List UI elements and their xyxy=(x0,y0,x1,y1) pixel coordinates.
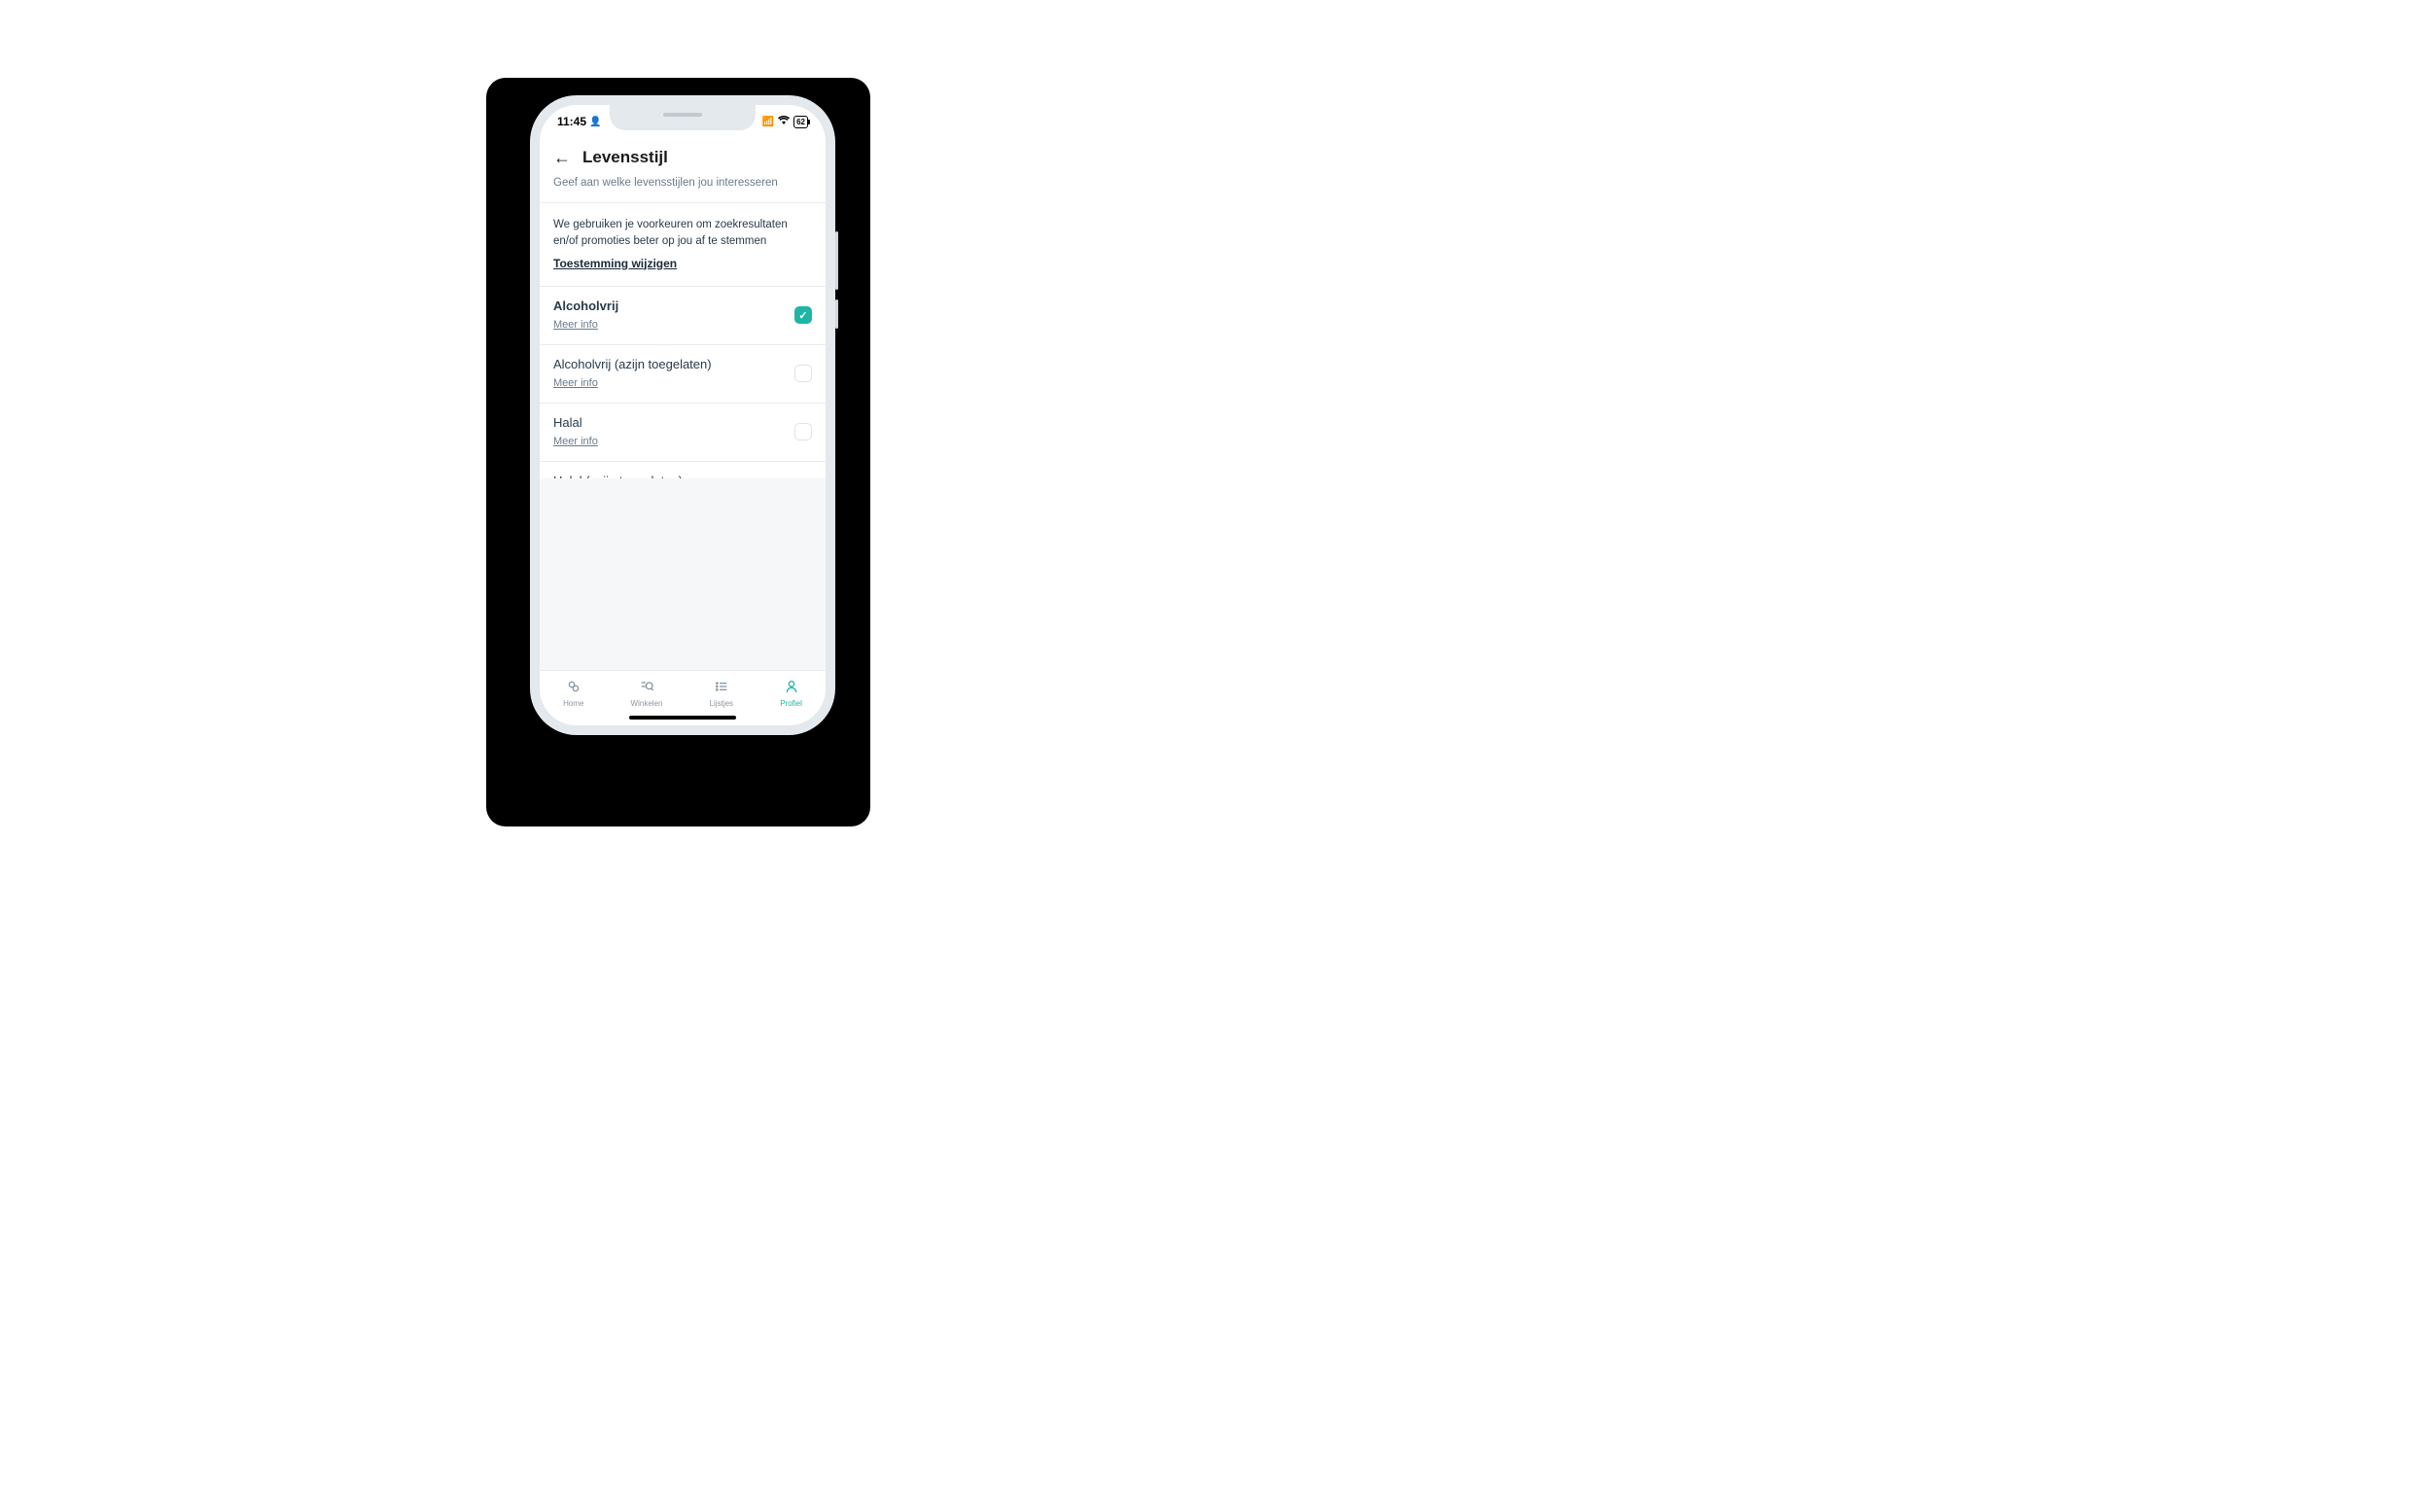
home-indicator[interactable] xyxy=(629,716,736,720)
nav-label: Home xyxy=(563,699,583,708)
status-time: 11:45 xyxy=(557,115,586,128)
lifestyle-option-row[interactable]: Halal (azijn toegelaten)Meer info xyxy=(540,462,826,478)
phone-device-frame: 11:45 👤 📶 62 ← Levensstijl Geef aan welk… xyxy=(530,95,835,735)
consent-change-link[interactable]: Toestemming wijzigen xyxy=(553,257,677,270)
option-content: Alcoholvrij Meer info xyxy=(553,299,794,333)
lifestyle-option-row[interactable]: Halal Meer info xyxy=(540,404,826,462)
page-header: ← Levensstijl xyxy=(540,134,826,177)
lifestyle-option-row[interactable]: Alcoholvrij Meer info ✓ xyxy=(540,287,826,345)
option-title: Alcoholvrij xyxy=(553,299,794,313)
lifestyle-option-row[interactable]: Alcoholvrij (azijn toegelaten) Meer info xyxy=(540,345,826,404)
nav-item-profiel[interactable]: Profiel xyxy=(780,679,802,708)
option-title: Halal xyxy=(553,415,794,430)
option-title: Alcoholvrij (azijn toegelaten) xyxy=(553,357,794,371)
battery-icon: 62 xyxy=(793,116,808,128)
nav-item-home[interactable]: Home xyxy=(563,679,583,708)
signal-icon: 📶 xyxy=(762,117,774,127)
nav-label: Winkelen xyxy=(631,699,663,708)
nav-label: Profiel xyxy=(780,699,802,708)
lists-icon xyxy=(714,679,729,697)
phone-notch xyxy=(610,105,756,130)
info-text: We gebruiken je voorkeuren om zoekresult… xyxy=(553,217,812,251)
option-content: Alcoholvrij (azijn toegelaten) Meer info xyxy=(553,357,794,391)
lifestyle-options-list: Alcoholvrij Meer info ✓ Alcoholvrij (azijn … xyxy=(540,287,826,478)
nav-label: Lijstjes xyxy=(710,699,733,708)
checkmark-icon: ✓ xyxy=(798,309,807,322)
option-checkbox[interactable] xyxy=(794,365,812,382)
nav-item-winkelen[interactable]: Winkelen xyxy=(631,679,663,708)
person-icon: 👤 xyxy=(589,117,601,127)
option-checkbox[interactable]: ✓ xyxy=(794,306,812,324)
phone-side-button xyxy=(835,299,838,329)
wifi-icon xyxy=(778,116,790,127)
home-icon xyxy=(566,679,581,697)
page-subtitle: Geef aan welke levensstijlen jou interes… xyxy=(540,177,826,202)
option-checkbox[interactable] xyxy=(794,423,812,440)
more-info-link[interactable]: Meer info xyxy=(553,436,598,447)
page-title: Levensstijl xyxy=(582,148,668,167)
phone-screen: 11:45 👤 📶 62 ← Levensstijl Geef aan welk… xyxy=(540,105,826,725)
nav-item-lijstjes[interactable]: Lijstjes xyxy=(710,679,733,708)
profile-icon xyxy=(784,679,799,697)
shop-icon xyxy=(639,679,654,697)
more-info-link[interactable]: Meer info xyxy=(553,319,598,331)
back-arrow-icon[interactable]: ← xyxy=(553,149,571,166)
phone-side-button xyxy=(835,231,838,290)
more-info-link[interactable]: Meer info xyxy=(553,377,598,389)
phone-speaker xyxy=(663,113,702,117)
option-content: Halal Meer info xyxy=(553,415,794,449)
info-section: We gebruiken je voorkeuren om zoekresult… xyxy=(540,203,826,287)
content-spacer xyxy=(540,478,826,670)
